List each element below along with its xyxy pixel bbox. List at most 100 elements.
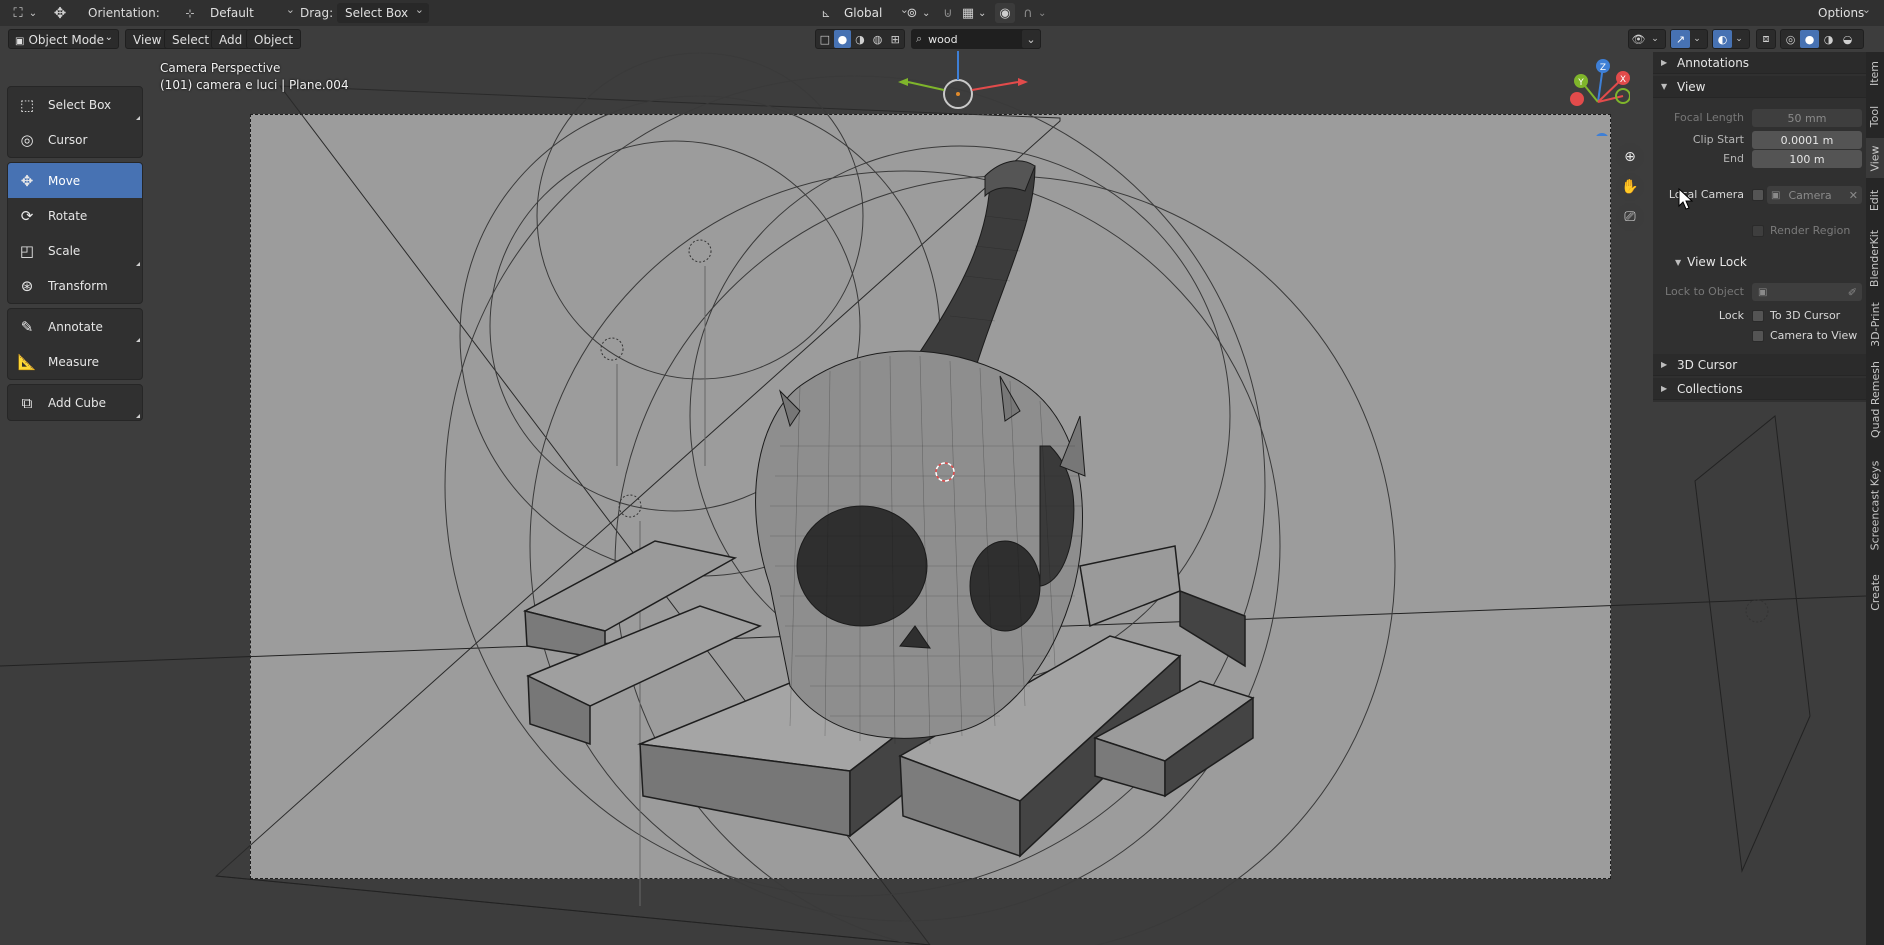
tool-group-select: ⬚ Select Box ◎ Cursor (7, 86, 143, 158)
material-shading-icon[interactable]: ◑ (851, 30, 869, 48)
clip-end-field[interactable]: 100 m (1752, 150, 1862, 168)
chevron-down-icon: ⌄ (104, 32, 113, 43)
mode-dropdown[interactable]: ▣ Object Mode ⌄ (8, 29, 119, 49)
zoom-icon[interactable]: ⊕ (1616, 143, 1644, 171)
proportional-edit-toggle[interactable]: ◉ (995, 3, 1015, 23)
snap-target-dropdown[interactable]: ▦ ⌄ (958, 3, 987, 23)
menu-select[interactable]: Select (164, 29, 218, 49)
viewport-shading-buttons: ◎ ● ◑ ◒ (1780, 29, 1864, 49)
pivot-point-dropdown[interactable]: ⊚ ⌄ (902, 3, 931, 23)
tab-item[interactable]: Item (1866, 52, 1884, 94)
orientation-dropdown[interactable]: ⊹ Default (180, 0, 300, 23)
menu-add[interactable]: Add (211, 29, 251, 49)
chevron-down-icon: ⌄ (1693, 34, 1701, 44)
tab-label: BlenderKit (1868, 229, 1882, 287)
visibility-dropdown[interactable]: 👁 ⌄ (1628, 29, 1666, 49)
tab-label: Screencast Keys (1868, 460, 1882, 550)
local-camera-field[interactable]: ▣ Camera ✕ (1767, 186, 1862, 204)
snap-toggle[interactable]: ⊍ (938, 3, 958, 23)
local-camera-checkbox[interactable] (1752, 189, 1764, 201)
tab-view[interactable]: View (1866, 138, 1884, 178)
tab-3d-print[interactable]: 3D-Print (1866, 296, 1884, 352)
tab-quad-remesh[interactable]: Quad Remesh (1866, 354, 1884, 444)
panel-annotations[interactable]: ▶ Annotations (1653, 52, 1866, 74)
chevron-down-icon: ⌄ (922, 7, 931, 19)
options-label: Options (1810, 0, 1876, 23)
drag-label: Drag: (300, 6, 334, 20)
collapsed-triangle-icon: ▶ (1661, 58, 1668, 67)
transform-orientation-dropdown[interactable]: ⊾ Global (816, 0, 914, 23)
tool-select-box[interactable]: ⬚ Select Box (8, 87, 142, 122)
overlay-dropdown[interactable]: ◐ ⌄ (1712, 29, 1750, 49)
render-region-label: Render Region (1770, 224, 1851, 237)
3d-viewport[interactable]: Z X Y ⊕ ✋ ⎚ Camera Perspective (101) cam… (0, 26, 1866, 945)
overlay-icon: ◐ (1713, 30, 1732, 48)
drag-dropdown[interactable]: Select Box (337, 0, 429, 23)
menu-view[interactable]: View (125, 29, 170, 49)
sidebar-tabs: Item Tool View Edit BlenderKit 3D-Print … (1866, 52, 1884, 945)
proportional-edit-icon: ◉ (995, 3, 1015, 23)
lock-to-object-field[interactable]: ▣ ✐ (1752, 283, 1862, 301)
panel-collections[interactable]: ▶ Collections (1653, 378, 1866, 400)
solid-icon[interactable]: ● (1800, 30, 1819, 48)
clip-start-field[interactable]: 0.0001 m (1752, 131, 1862, 149)
pan-hand-icon[interactable]: ✋ (1616, 173, 1644, 201)
search-options[interactable]: ⌄ (1021, 29, 1041, 49)
options-dropdown[interactable]: Options (1810, 0, 1876, 23)
object-icon: ▣ (1758, 286, 1768, 298)
expanded-triangle-icon: ▼ (1675, 257, 1682, 267)
snap-increment-icon: ▦ (961, 5, 975, 21)
rendered-icon[interactable]: ◒ (1838, 30, 1857, 48)
tool-transform[interactable]: ⊛ Transform (8, 268, 142, 303)
tool-cursor[interactable]: ◎ Cursor (8, 122, 142, 157)
panel-title: 3D Cursor (1677, 357, 1738, 372)
search-icon: ⌕ (916, 32, 923, 45)
chevron-down-icon: ⌄ (978, 7, 987, 19)
falloff-dropdown[interactable]: ∩ ⌄ (1018, 3, 1046, 23)
subpanel-view-lock[interactable]: ▼ View Lock (1653, 251, 1866, 273)
tool-move[interactable]: ✥ Move (8, 163, 142, 198)
tool-shelf: ⬚ Select Box ◎ Cursor ✥ Move ⟳ Rotate ◰ … (7, 86, 143, 425)
tool-measure[interactable]: 📐 Measure (8, 344, 142, 379)
tool-group-annotate: ✎ Annotate 📐 Measure (7, 308, 143, 380)
tab-edit[interactable]: Edit (1866, 180, 1884, 220)
solid-shading-icon[interactable]: ● (833, 30, 852, 48)
panel-view[interactable]: ▼ View (1653, 76, 1866, 98)
tab-tool[interactable]: Tool (1866, 96, 1884, 136)
tool-annotate[interactable]: ✎ Annotate (8, 309, 142, 344)
focal-length-field[interactable]: 50 mm (1752, 109, 1862, 127)
cursor-icon: ◎ (20, 131, 34, 149)
gizmo-x-label: X (1620, 75, 1626, 85)
wireframe-icon[interactable]: ◎ (1781, 30, 1800, 48)
wireframe-shading-icon[interactable]: □ (816, 30, 834, 48)
clear-icon[interactable]: ✕ (1849, 189, 1858, 202)
clip-end-label: End (1723, 152, 1744, 165)
tool-add-cube[interactable]: ⧉ Add Cube (8, 385, 142, 420)
render-region-checkbox[interactable] (1752, 225, 1764, 237)
tab-screencast-keys[interactable]: Screencast Keys (1866, 446, 1884, 564)
node-icon[interactable]: ⊞ (886, 30, 904, 48)
camera-view-icon[interactable]: ⎚ (1616, 203, 1644, 231)
measure-icon: 📐 (17, 353, 37, 371)
chevron-down-icon: ⌄ (28, 7, 38, 19)
editor-type-dropdown[interactable]: ⛶ ⌄ (8, 3, 38, 23)
move-tool-indicator[interactable]: ✥ (50, 3, 70, 23)
tab-blenderkit[interactable]: BlenderKit (1866, 222, 1884, 294)
to-3d-cursor-checkbox[interactable] (1752, 310, 1764, 322)
eyedropper-icon[interactable]: ✐ (1848, 286, 1857, 299)
panel-3d-cursor[interactable]: ▶ 3D Cursor (1653, 354, 1866, 376)
focal-length-label: Focal Length (1674, 111, 1744, 124)
menu-object[interactable]: Object (246, 29, 302, 49)
camera-to-view-checkbox[interactable] (1752, 330, 1764, 342)
rendered-shading-icon[interactable]: ◍ (869, 30, 887, 48)
material-preview-icon[interactable]: ◑ (1819, 30, 1838, 48)
tool-scale[interactable]: ◰ Scale (8, 233, 142, 268)
tab-create[interactable]: Create (1866, 566, 1884, 618)
tool-rotate[interactable]: ⟳ Rotate (8, 198, 142, 233)
tool-group-add: ⧉ Add Cube (7, 384, 143, 421)
navigation-gizmo[interactable]: Z X Y (1560, 56, 1630, 136)
camera-to-view-label: Camera to View (1770, 329, 1858, 342)
gizmo-dropdown[interactable]: ↗ ⌄ (1670, 29, 1708, 49)
xray-icon: ⧈ (1762, 32, 1770, 45)
xray-toggle[interactable]: ⧈ (1756, 29, 1776, 49)
